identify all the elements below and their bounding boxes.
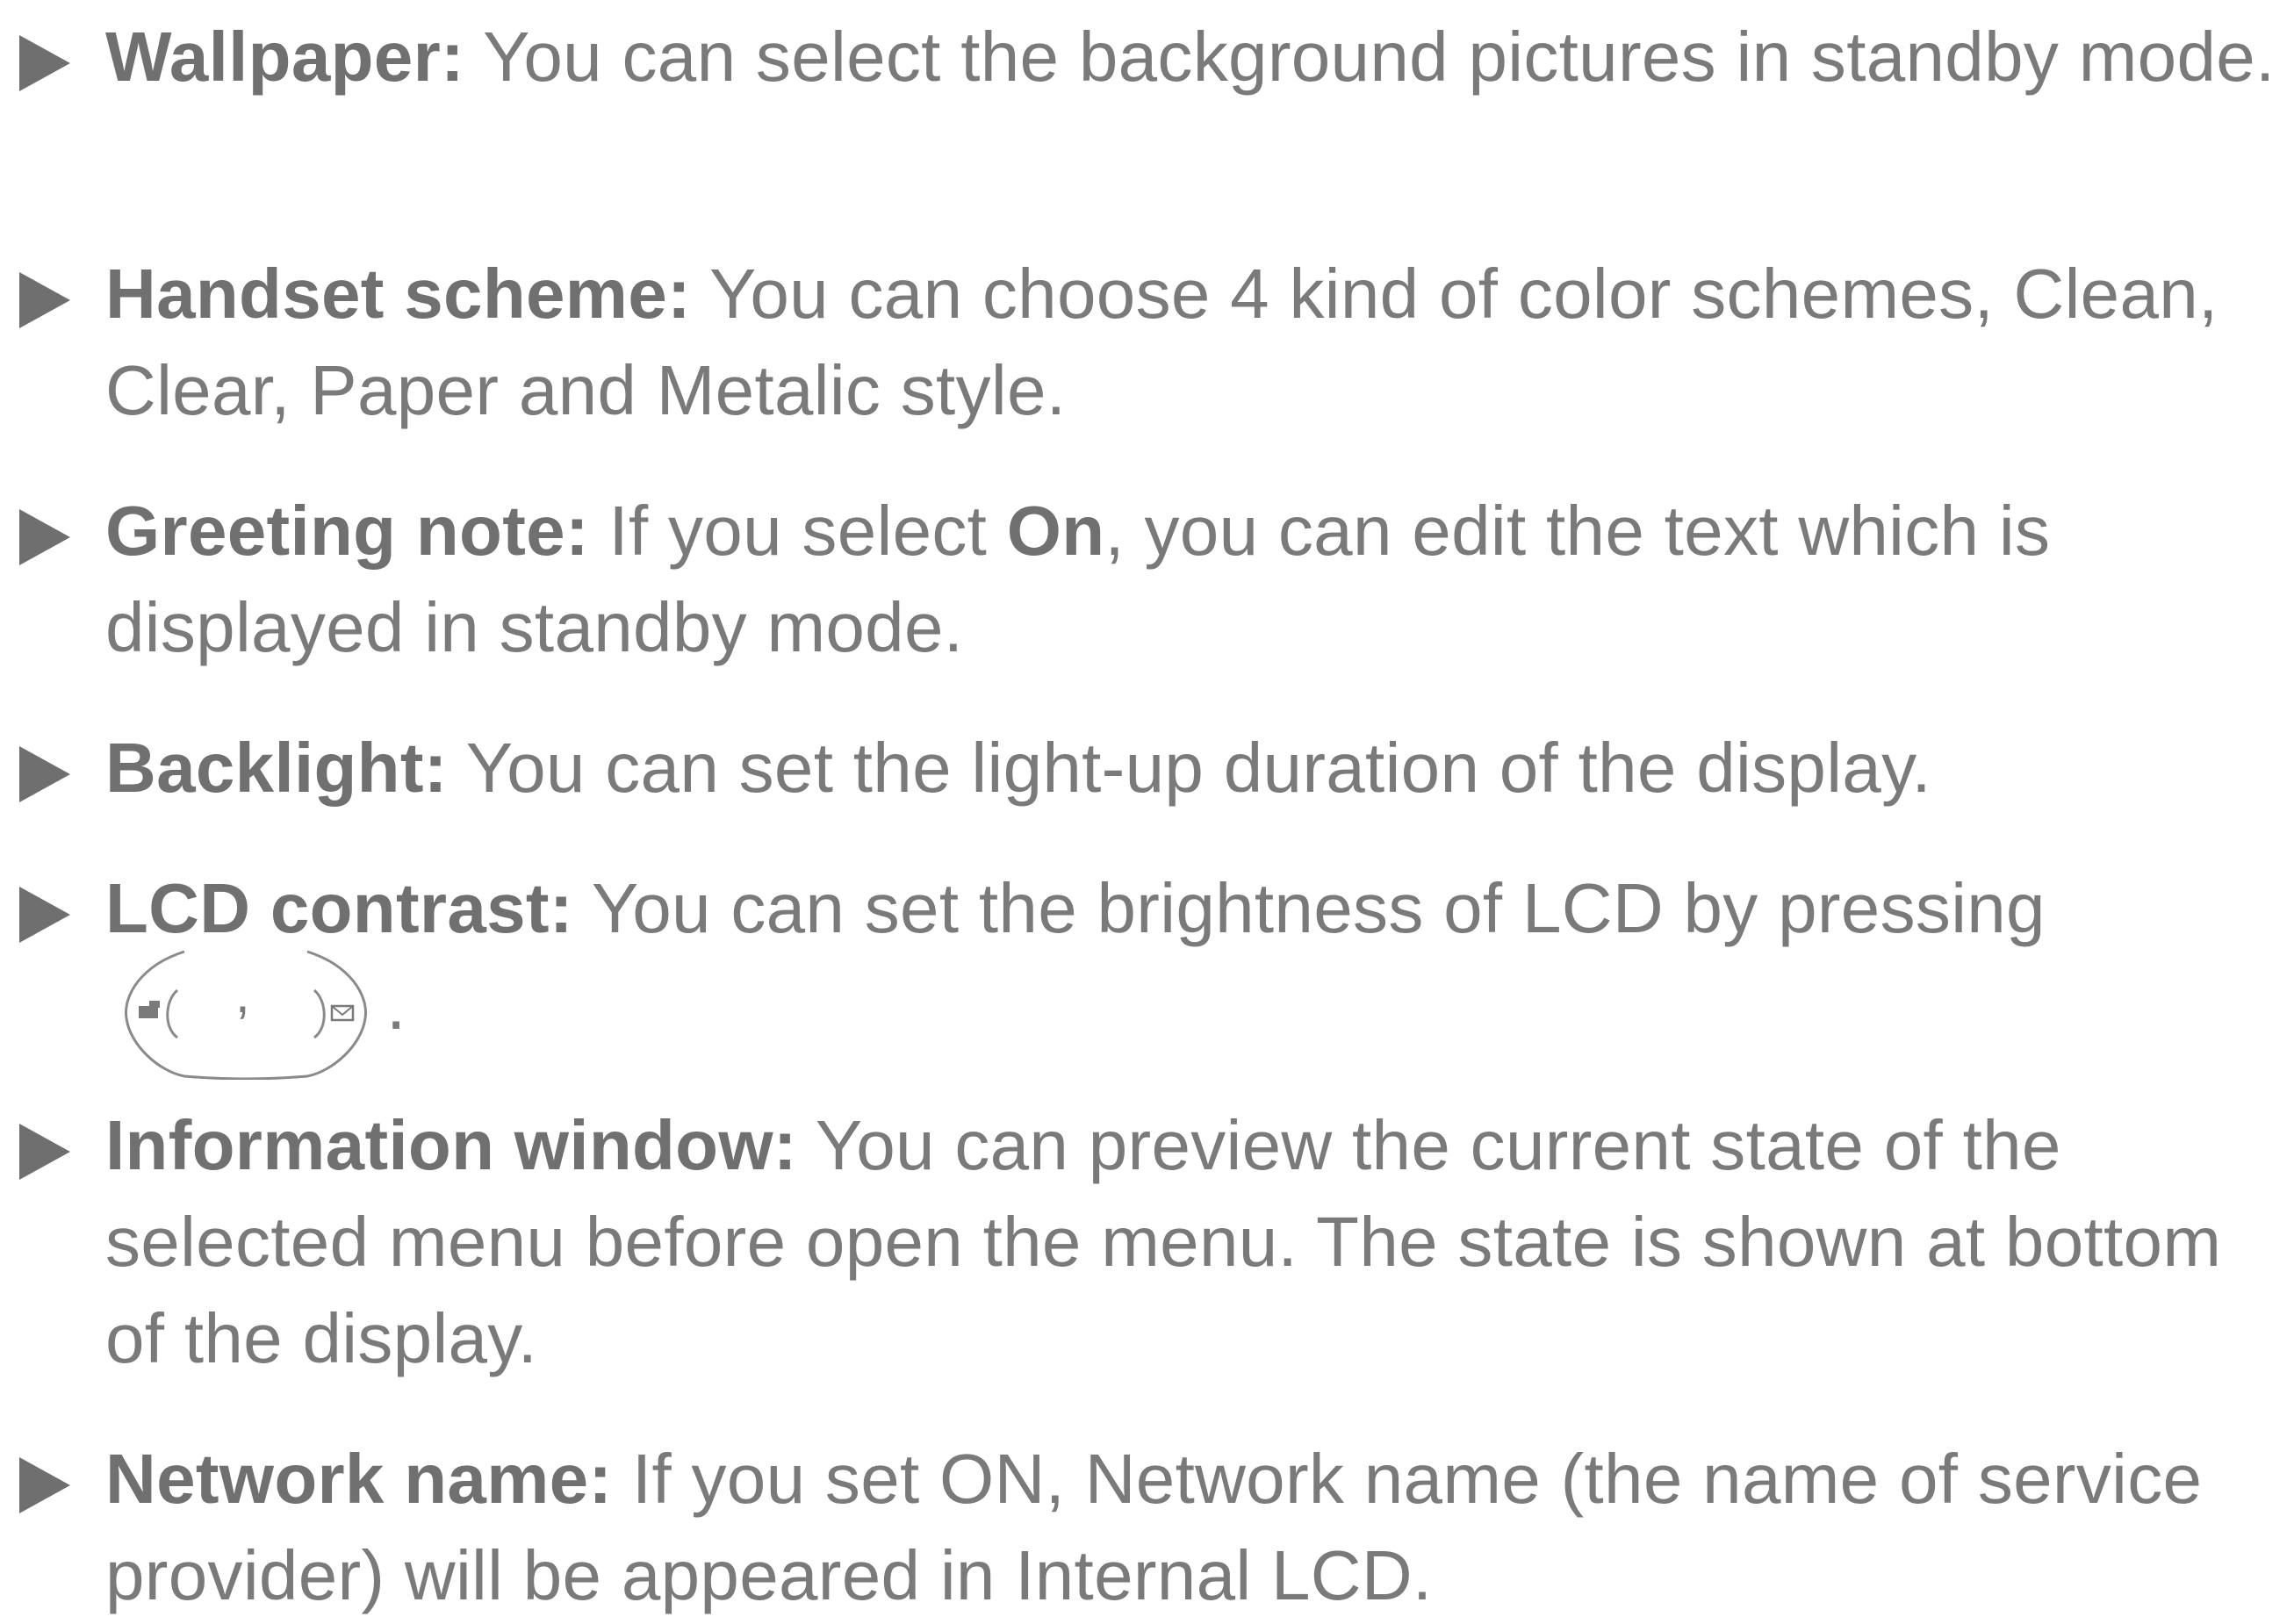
item-term: Greeting note: [105, 492, 589, 570]
item-term: Information window: [105, 1106, 797, 1184]
bullet-arrow-icon [19, 1457, 70, 1513]
item-text: Greeting note: If you select On, you can… [105, 483, 2283, 676]
item-term: Network name: [105, 1440, 613, 1518]
sentence-period: . [386, 966, 406, 1044]
bullet-arrow-icon [19, 746, 70, 802]
item-description: You can set the brightness of LCD by pre… [572, 869, 2046, 947]
key-separator: , [235, 965, 250, 1024]
manual-page: Wallpaper: You can select the background… [0, 0, 2294, 1614]
item-term: Handset scheme: [105, 255, 691, 333]
item-text: Backlight: You can set the light-up dura… [105, 720, 2283, 816]
bullet-arrow-icon [19, 272, 70, 328]
item-description-start: If you select [588, 492, 1007, 570]
item-text: Wallpaper: You can select the background… [105, 9, 2283, 105]
item-term: Wallpaper: [105, 18, 464, 96]
navigation-key-icon: , [123, 948, 369, 1080]
item-description: You can set the light-up duration of the… [447, 729, 1931, 807]
option-on: On [1006, 492, 1105, 570]
item-description: You can select the background pictures i… [464, 18, 2276, 96]
bullet-arrow-icon [19, 509, 70, 565]
bullet-arrow-icon [19, 35, 70, 91]
item-text: Handset scheme: You can choose 4 kind of… [105, 246, 2283, 439]
item-text: Network name: If you set ON, Network nam… [105, 1431, 2283, 1624]
bullet-arrow-icon [19, 887, 70, 943]
bullet-arrow-icon [19, 1124, 70, 1180]
item-term: Backlight: [105, 729, 448, 807]
item-text: Information window: You can preview the … [105, 1097, 2283, 1387]
item-term: LCD contrast: [105, 869, 573, 947]
item-text: LCD contrast: You can set the brightness… [105, 860, 2283, 957]
